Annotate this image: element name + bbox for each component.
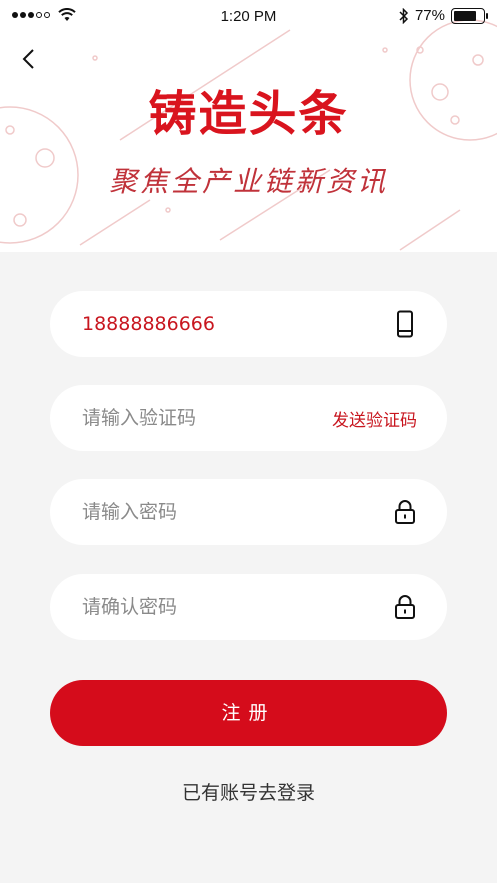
battery-icon	[451, 7, 488, 24]
code-field[interactable]: 发送验证码	[50, 385, 447, 451]
phone-input[interactable]	[82, 313, 393, 335]
register-button[interactable]: 注册	[50, 680, 447, 746]
confirm-password-field[interactable]	[50, 574, 447, 640]
battery-fill	[454, 10, 476, 21]
send-code-button[interactable]: 发送验证码	[332, 406, 417, 431]
code-input[interactable]	[82, 407, 332, 429]
lock-icon	[393, 593, 417, 621]
phone-field[interactable]	[50, 291, 447, 357]
back-button[interactable]	[14, 44, 42, 74]
slogan: 聚焦全产业链新资讯	[108, 165, 388, 198]
chevron-left-icon	[22, 49, 34, 69]
logo-title: 铸造头条	[148, 86, 349, 142]
battery-percent: 77%	[414, 7, 445, 24]
header: 1:20 PM 77% 铸造头条 聚焦全产业链新资讯	[0, 0, 497, 252]
login-link[interactable]: 已有账号去登录	[0, 778, 497, 805]
lock-icon	[393, 498, 417, 526]
confirm-password-input[interactable]	[82, 596, 393, 618]
status-bar: 1:20 PM 77%	[0, 0, 497, 34]
password-field[interactable]	[50, 479, 447, 545]
bluetooth-icon	[399, 7, 409, 24]
password-input[interactable]	[82, 501, 393, 523]
status-right: 77%	[399, 7, 488, 24]
mobile-phone-icon	[393, 310, 417, 338]
